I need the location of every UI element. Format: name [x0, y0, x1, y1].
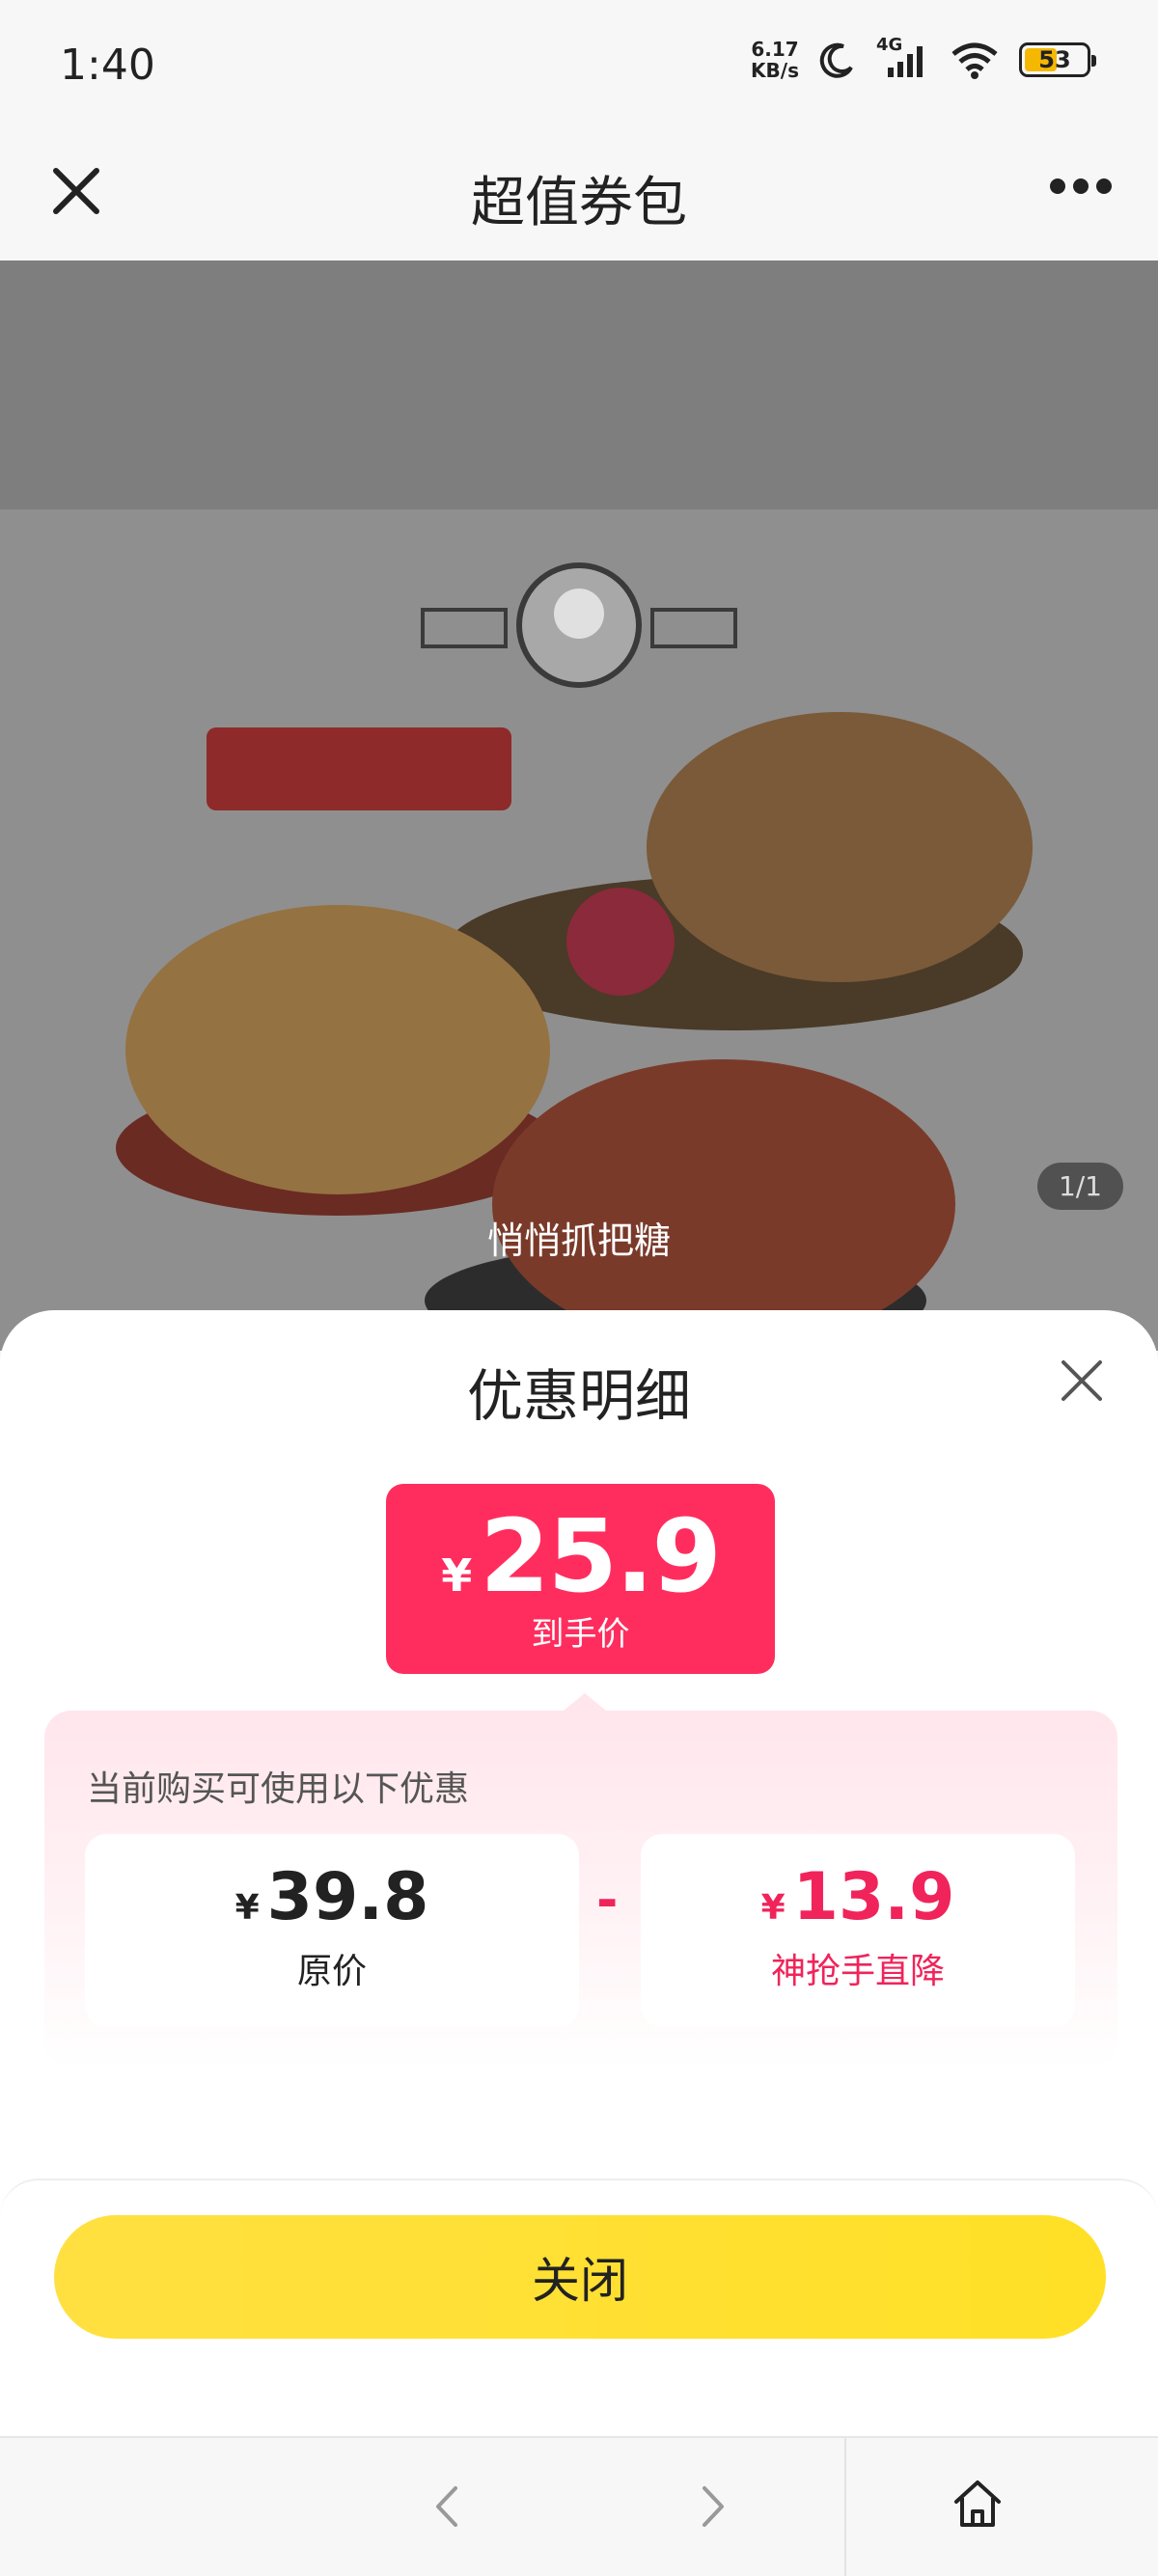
hero-caption: 悄悄抓把糖 [486, 1219, 671, 1262]
status-bar: 1:40 6.17 KB/s 4G 53 [0, 0, 1158, 140]
discount-label: 神抢手直降 [770, 1952, 945, 1991]
status-icons: 6.17 KB/s 4G 53 [751, 35, 1096, 81]
original-price-label: 原价 [296, 1952, 367, 1991]
discount-heading: 当前购买可使用以下优惠 [87, 1769, 470, 1809]
page-content: 悄悄抓把糖 1/1 [0, 260, 1158, 1351]
divider [844, 2438, 846, 2576]
sheet-footer: 关闭 [0, 2179, 1158, 2429]
original-price: ¥ 39.8 [85, 1859, 579, 1935]
currency-symbol: ¥ [760, 1888, 786, 1928]
page-title: 超值券包 [471, 172, 687, 234]
wifi-icon [951, 42, 998, 79]
back-icon[interactable] [425, 2482, 473, 2531]
image-counter: 1/1 [1036, 1163, 1123, 1210]
final-price: ¥ 25.9 [386, 1497, 775, 1615]
original-price-card: ¥ 39.8 原价 [85, 1834, 579, 2027]
battery-level: 53 [1038, 46, 1071, 73]
currency-symbol: ¥ [234, 1888, 260, 1928]
pointer-arrow [564, 1693, 606, 1711]
original-price-value: 39.8 [266, 1859, 429, 1935]
network-speed: 6.17 KB/s [751, 39, 799, 81]
forward-icon[interactable] [687, 2482, 735, 2531]
close-button[interactable]: 关闭 [54, 2215, 1106, 2339]
discount-amount: ¥ 13.9 [641, 1859, 1075, 1935]
close-icon[interactable] [1060, 1358, 1104, 1403]
currency-symbol: ¥ [441, 1549, 473, 1602]
sheet-title: 优惠明细 [466, 1363, 691, 1429]
discount-detail-sheet: 优惠明细 ¥ 25.9 到手价 当前购买可使用以下优惠 ¥ 39.8 原价 - … [0, 1310, 1158, 2576]
minus-sign: - [596, 1870, 619, 1931]
browser-bottom-bar [0, 2436, 1158, 2576]
network-speed-unit: KB/s [751, 59, 799, 82]
discount-panel: 当前购买可使用以下优惠 ¥ 39.8 原价 - ¥ 13.9 神抢手直降 [44, 1711, 1117, 2068]
more-dot [1073, 178, 1089, 194]
status-time: 1:40 [60, 41, 155, 90]
final-price-label: 到手价 [531, 1615, 630, 1654]
home-icon[interactable] [951, 2477, 1005, 2531]
more-dot [1050, 178, 1065, 194]
more-dot [1096, 178, 1112, 194]
discount-card: ¥ 13.9 神抢手直降 [641, 1834, 1075, 2027]
discount-value: 13.9 [792, 1859, 955, 1935]
network-speed-value: 6.17 [751, 38, 799, 61]
signal-icon: 4G [876, 35, 930, 79]
final-price-box: ¥ 25.9 到手价 [386, 1484, 775, 1674]
battery-icon: 53 [1019, 42, 1096, 77]
more-icon[interactable] [1050, 178, 1112, 194]
final-price-value: 25.9 [480, 1497, 722, 1615]
moon-icon [819, 42, 853, 78]
content-header [0, 260, 1158, 509]
nav-bar: 超值券包 [0, 140, 1158, 260]
